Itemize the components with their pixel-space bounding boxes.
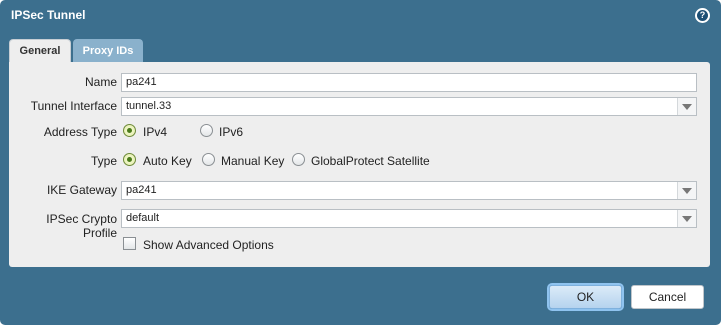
chevron-down-icon[interactable]: [677, 182, 696, 199]
ok-button[interactable]: OK: [549, 285, 622, 309]
radio-manual-key-label: Manual Key: [221, 154, 285, 168]
tab-general[interactable]: General: [9, 39, 71, 63]
type-label: Type: [90, 154, 117, 168]
dialog-title: IPSec Tunnel: [11, 8, 86, 22]
radio-ipv6[interactable]: [200, 124, 213, 137]
name-value: pa241: [126, 76, 157, 88]
ipsec-crypto-profile-label: IPSec Crypto Profile: [46, 212, 117, 240]
chevron-down-icon[interactable]: [677, 210, 696, 227]
radio-auto-key-label: Auto Key: [143, 154, 192, 168]
ike-gateway-label: IKE Gateway: [46, 183, 117, 197]
radio-globalprotect-satellite[interactable]: [292, 153, 305, 166]
address-type-label: Address Type: [43, 125, 117, 139]
help-icon[interactable]: ?: [695, 8, 710, 23]
ipsec-crypto-profile-select[interactable]: default: [121, 209, 697, 228]
ipsec-tunnel-dialog: IPSec Tunnel ? General Proxy IDs Name pa…: [0, 0, 721, 325]
ipsec-crypto-profile-value: default: [126, 212, 160, 224]
show-advanced-options-label: Show Advanced Options: [143, 238, 274, 252]
radio-ipv6-label: IPv6: [219, 125, 244, 139]
tunnel-interface-select[interactable]: tunnel.33: [121, 97, 697, 116]
name-label: Name: [84, 75, 117, 89]
dialog-titlebar[interactable]: IPSec Tunnel ?: [0, 0, 721, 32]
ike-gateway-value: pa241: [126, 184, 157, 196]
ike-gateway-select[interactable]: pa241: [121, 181, 697, 200]
general-panel: Name pa241 Tunnel Interface tunnel.33 Ad…: [9, 62, 710, 267]
tab-proxy-ids[interactable]: Proxy IDs: [73, 39, 143, 63]
tunnel-interface-label: Tunnel Interface: [30, 99, 117, 113]
tunnel-interface-value: tunnel.33: [126, 100, 172, 112]
help-glyph: ?: [697, 10, 708, 21]
radio-manual-key[interactable]: [202, 153, 215, 166]
radio-globalprotect-satellite-label: GlobalProtect Satellite: [311, 154, 430, 168]
chevron-down-icon[interactable]: [677, 98, 696, 115]
radio-ipv4[interactable]: [123, 124, 136, 137]
show-advanced-options-checkbox[interactable]: [123, 237, 136, 250]
radio-auto-key[interactable]: [123, 153, 136, 166]
name-input[interactable]: pa241: [121, 73, 697, 92]
cancel-button[interactable]: Cancel: [631, 285, 704, 309]
radio-ipv4-label: IPv4: [143, 125, 168, 139]
